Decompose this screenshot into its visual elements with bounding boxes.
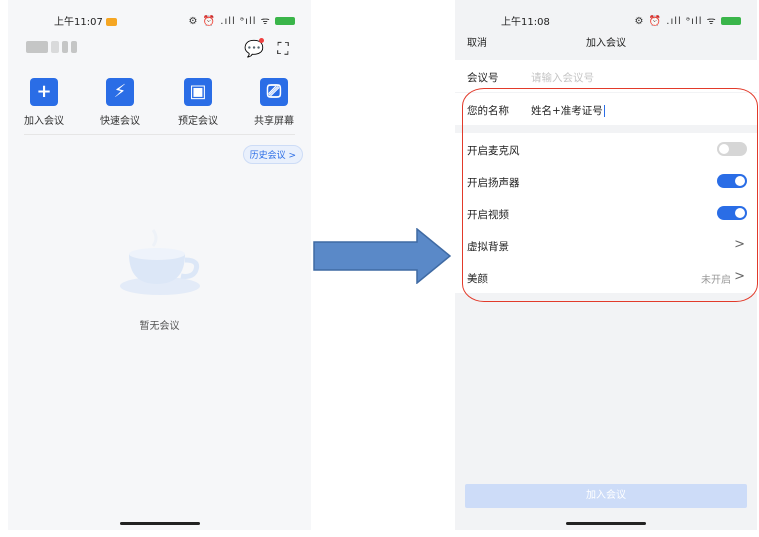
schedule-meeting-button[interactable]: ▣ 预定会议 [168, 78, 228, 127]
battery-icon [721, 17, 741, 25]
status-time: 上午11:08 [501, 17, 550, 28]
meeting-id-input[interactable]: 请输入会议号 [531, 70, 594, 85]
empty-state-text: 暂无会议 [139, 321, 180, 332]
status-bar: 上午11:07 ⚙ ⏰ .ıll ᵊıll ᯤ [8, 13, 311, 29]
toggle-knob [735, 176, 745, 186]
virtual-background-label: 虚拟背景 [467, 241, 509, 253]
status-bar: 上午11:08 ⚙ ⏰ .ıll ᵊıll ᯤ [455, 13, 757, 29]
join-meeting-button[interactable]: 加入会议 [465, 484, 747, 508]
video-row[interactable]: 开启视频 [455, 197, 757, 229]
nav-bar: 取消 加入会议 [455, 34, 757, 54]
mic-toggle[interactable] [717, 142, 747, 156]
toggle-knob [735, 208, 745, 218]
status-time: 上午11:07 [54, 13, 117, 28]
quick-meeting-button[interactable]: ⚡ 快速会议 [90, 78, 150, 127]
schedule-meeting-label: 预定会议 [178, 116, 218, 127]
avatar[interactable] [26, 38, 106, 60]
right-arrow-icon [313, 228, 451, 284]
beauty-row[interactable]: 美颜 未开启 > [455, 261, 757, 293]
history-meetings-button[interactable]: 历史会议 > [242, 145, 303, 164]
your-name-row[interactable]: 您的名称 姓名+准考证号 [455, 93, 757, 125]
chevron-right-icon: > [734, 237, 745, 252]
speaker-label: 开启扬声器 [467, 177, 520, 189]
calendar-icon: ▣ [184, 78, 212, 106]
empty-cup-illustration [120, 229, 200, 295]
beauty-status: 未开启 [701, 275, 731, 286]
quick-meeting-label: 快速会议 [100, 116, 140, 127]
video-toggle[interactable] [717, 206, 747, 220]
text-cursor [603, 105, 605, 117]
notification-icon [105, 18, 117, 26]
mic-label: 开启麦克风 [467, 145, 520, 157]
right-phone-screen: 上午11:08 ⚙ ⏰ .ıll ᵊıll ᯤ 取消 加入会议 会议号 请输入会… [455, 0, 757, 530]
beauty-label: 美颜 [467, 273, 488, 285]
mic-row[interactable]: 开启麦克风 [455, 133, 757, 165]
join-meeting-label: 加入会议 [24, 116, 64, 127]
meeting-id-label: 会议号 [467, 72, 499, 84]
share-screen-label: 共享屏幕 [254, 116, 294, 127]
lightning-icon: ⚡ [106, 78, 134, 106]
video-label: 开启视频 [467, 209, 509, 221]
chevron-right-icon: > [734, 269, 745, 284]
virtual-background-row[interactable]: 虚拟背景 > [455, 229, 757, 261]
meeting-id-row[interactable]: 会议号 请输入会议号 [455, 60, 757, 92]
your-name-label: 您的名称 [467, 105, 509, 117]
share-screen-button[interactable]: ⎚ 共享屏幕 [244, 78, 304, 127]
left-phone-screen: 上午11:07 ⚙ ⏰ .ıll ᵊıll ᯤ 💬 ⛶ + 加入会议 ⚡ 快速会… [8, 0, 311, 530]
speaker-toggle[interactable] [717, 174, 747, 188]
page-title: 加入会议 [586, 38, 626, 49]
unread-dot [259, 38, 264, 43]
toggle-knob [719, 144, 729, 154]
plus-icon: + [30, 78, 58, 106]
message-icon[interactable]: 💬 [244, 38, 264, 58]
share-screen-icon: ⎚ [260, 78, 288, 106]
your-name-input[interactable]: 姓名+准考证号 [531, 103, 605, 118]
scan-icon[interactable]: ⛶ [274, 40, 292, 58]
quick-actions: + 加入会议 ⚡ 快速会议 ▣ 预定会议 ⎚ 共享屏幕 [8, 78, 311, 128]
home-indicator[interactable] [119, 522, 200, 525]
status-icons: ⚙ ⏰ .ıll ᵊıll ᯤ [635, 13, 741, 27]
divider [24, 134, 295, 135]
home-indicator[interactable] [566, 522, 646, 525]
speaker-row[interactable]: 开启扬声器 [455, 165, 757, 197]
status-icons: ⚙ ⏰ .ıll ᵊıll ᯤ [189, 13, 295, 27]
battery-icon [275, 17, 295, 25]
join-meeting-button[interactable]: + 加入会议 [14, 78, 74, 127]
